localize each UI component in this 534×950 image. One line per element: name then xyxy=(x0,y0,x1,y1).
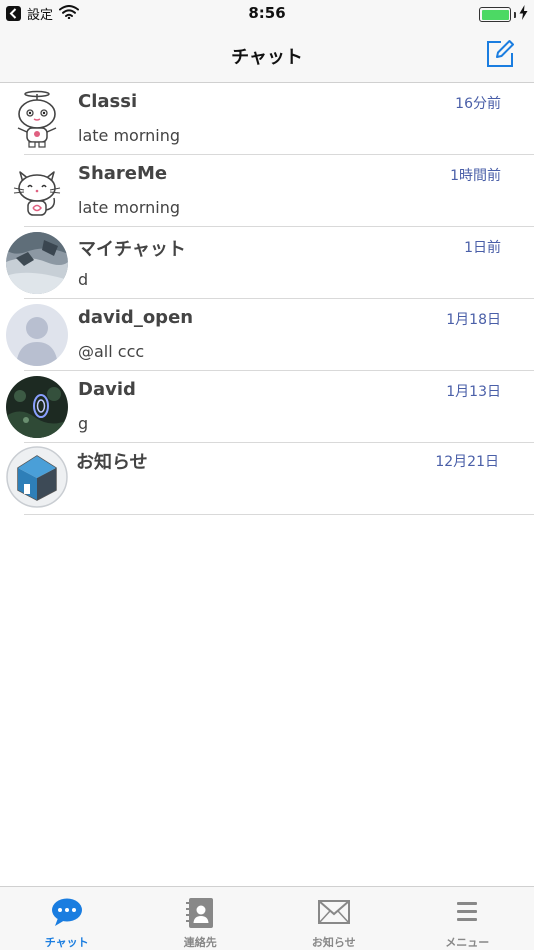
tab-chat[interactable]: チャット xyxy=(0,887,134,950)
photo-avatar xyxy=(6,232,68,294)
house-logo-icon xyxy=(6,446,68,508)
chat-last-message: g xyxy=(78,414,89,433)
clock: 8:56 xyxy=(248,4,286,22)
tab-label: メニュー xyxy=(445,936,490,949)
chat-last-message: late morning xyxy=(78,198,181,217)
tab-notices[interactable]: お知らせ xyxy=(267,887,401,950)
chat-time: 1時間前 xyxy=(450,168,501,184)
menu-icon xyxy=(450,897,484,927)
chat-row-classi[interactable]: Classi 16分前 late morning xyxy=(0,83,534,155)
tab-bar: チャット 連絡先 お知らせ メニュー xyxy=(0,886,534,950)
charging-bolt-icon xyxy=(519,5,528,24)
chat-name: david_open xyxy=(78,307,194,328)
chat-time: 16分前 xyxy=(455,96,501,112)
chat-time: 12月21日 xyxy=(435,454,499,470)
battery-indicator xyxy=(479,5,528,24)
navigation-bar: チャット xyxy=(0,28,534,83)
address-book-icon xyxy=(183,897,217,928)
chat-last-message: d xyxy=(78,270,89,289)
compose-icon xyxy=(487,40,514,67)
tab-label: お知らせ xyxy=(311,936,356,949)
mail-icon xyxy=(317,897,351,927)
status-bar: 設定 8:56 xyxy=(0,0,534,28)
page-title: チャット xyxy=(231,47,303,68)
chat-name: ShareMe xyxy=(78,163,168,184)
battery-icon xyxy=(479,7,511,22)
tab-menu[interactable]: メニュー xyxy=(401,887,534,950)
cat-mascot-icon xyxy=(6,160,68,222)
chat-time: 1日前 xyxy=(464,240,501,256)
chat-name: マイチャット xyxy=(78,239,186,260)
chat-row-shareme[interactable]: ShareMe 1時間前 late morning xyxy=(0,155,534,227)
chat-list: Classi 16分前 late morning ShareMe 1時間前 la… xyxy=(0,83,534,515)
chat-bubble-icon xyxy=(50,897,84,927)
tab-label: 連絡先 xyxy=(183,936,217,949)
photo-avatar xyxy=(6,376,68,438)
chat-name: Classi xyxy=(78,91,138,112)
chat-row-mychat[interactable]: マイチャット 1日前 d xyxy=(0,227,534,299)
row-divider xyxy=(24,514,534,515)
chat-row-david[interactable]: David 1月13日 g xyxy=(0,371,534,443)
chat-name: David xyxy=(78,379,136,400)
tab-contacts[interactable]: 連絡先 xyxy=(134,887,268,950)
tab-label: チャット xyxy=(44,936,89,949)
robot-mascot-icon xyxy=(6,88,68,150)
compose-button[interactable] xyxy=(484,38,516,70)
chat-name: お知らせ xyxy=(76,452,148,473)
default-person-icon xyxy=(6,304,68,366)
chat-time: 1月18日 xyxy=(446,312,501,328)
chat-last-message: @all ccc xyxy=(78,342,145,361)
chat-last-message: late morning xyxy=(78,126,181,145)
chat-row-david-open[interactable]: david_open 1月18日 @all ccc xyxy=(0,299,534,371)
chat-time: 1月13日 xyxy=(446,384,501,400)
chat-row-notices[interactable]: お知らせ 12月21日 xyxy=(0,443,534,515)
